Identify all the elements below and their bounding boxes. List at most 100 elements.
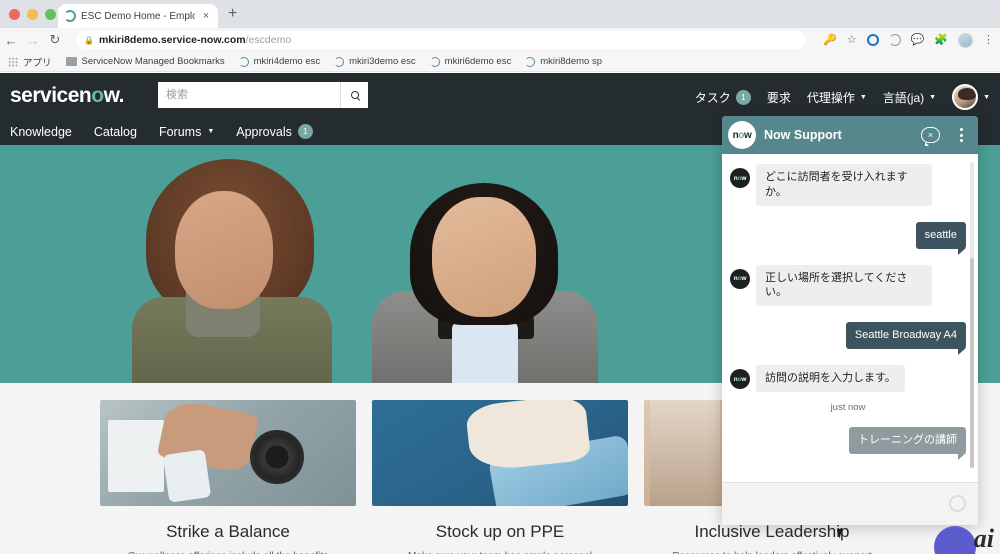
kebab-menu-icon[interactable]: ⋮ [983,34,994,46]
lock-icon: 🔒 [84,35,94,45]
utility-item-tasks[interactable]: タスク 1 [695,89,751,106]
bookmark-label: mkiri3demo esc [349,56,416,67]
browser-toolbar: ← → ↻ 🔒 mkiri8demo.service-now.com/escde… [0,28,1000,52]
hero-person-1-face [175,191,273,309]
utility-item-requests[interactable]: 要求 [767,89,791,106]
reload-button[interactable]: ↻ [44,32,66,48]
back-button[interactable]: ← [0,33,22,48]
bookmark-label: mkiri4demo esc [253,56,321,67]
chat-bubble-user: seattle [915,221,967,255]
content-card[interactable]: Stock up on PPE Make sure your team has … [372,400,628,554]
chevron-down-icon: ▼ [929,93,937,101]
watermark-logo: ai [973,524,994,553]
close-window-button[interactable] [9,9,20,20]
bookmark-mkiri4demo-esc[interactable]: mkiri4demo esc [238,56,321,67]
card-title: Strike a Balance [166,522,290,541]
chat-menu-kebab-icon[interactable] [954,128,968,142]
apps-grid-icon [8,56,18,67]
chat-message-row: now 訪問の説明を入力します。 [730,365,966,392]
bookmark-star-icon[interactable]: ☆ [847,34,857,46]
utility-item-language[interactable]: 言語(ja) ▼ [883,89,936,106]
bookmark-label: アプリ [23,57,52,69]
chevron-down-icon: ▼ [859,93,867,101]
content-card[interactable]: Strike a Balance Our wellness offerings … [100,400,356,554]
browser-tab[interactable]: ESC Demo Home - Employee S × [58,4,218,28]
nav-label: Forums [158,124,202,139]
logo-suffix: w. [103,84,125,107]
browser-window: ESC Demo Home - Employee S × + ← → ↻ 🔒 m… [0,0,1000,554]
search-submit-button[interactable] [340,82,368,108]
card-title: Inclusive Leadership [694,522,850,541]
bookmark-servicenow-managed[interactable]: ServiceNow Managed Bookmarks [65,56,225,67]
chat-bubble-bot: 訪問の説明を入力します。 [756,365,905,392]
avatar [952,84,979,110]
bookmark-mkiri8demo-sp[interactable]: mkiri8demo sp [525,56,602,67]
user-menu[interactable]: ▼ [952,84,990,110]
search-input[interactable] [158,82,340,108]
card-image-stock-up-on-ppe [372,400,628,506]
nav-label: Catalog [93,124,137,139]
chat-scrollbar-thumb[interactable] [970,258,974,468]
address-bar[interactable]: 🔒 mkiri8demo.service-now.com/escdemo [76,31,806,49]
nav-item-forums[interactable]: Forums ▼ [159,125,214,139]
now-logo-suffix: w [744,129,752,141]
folder-icon [65,57,77,66]
now-logo-icon: now [728,121,756,149]
logo-text: servicen [10,84,92,107]
nav-item-approvals[interactable]: Approvals 1 [236,124,313,139]
nav-item-catalog[interactable]: Catalog [94,125,137,139]
chat-bubble-icon[interactable]: 💬 [911,34,925,46]
utility-label: 代理操作 [806,90,855,105]
now-circle-icon[interactable] [888,34,901,46]
chat-input-area[interactable] [722,482,978,525]
chat-bubble-user: Seattle Broadway A4 [845,322,967,355]
card-description: Resources to help leaders effectively su… [644,550,900,554]
bookmark-mkiri3demo-esc[interactable]: mkiri3demo esc [334,56,416,67]
approvals-badge: 1 [297,124,313,139]
now-circle-icon [429,56,440,67]
end-chat-glyph: × [927,130,934,140]
profile-avatar-icon[interactable] [958,32,973,48]
now-circle-icon [238,56,249,67]
chat-message-row: now 正しい場所を選択してください。 [730,264,966,307]
servicenow-logo[interactable]: servicenow. [10,84,124,108]
new-tab-button[interactable]: + [228,6,237,22]
chevron-down-icon: ▼ [983,93,990,101]
tab-strip: ESC Demo Home - Employee S × + [0,0,1000,28]
card-image-strike-a-balance [100,400,356,506]
bot-avatar-now-icon: now [730,369,750,390]
url-host: mkiri8demo.service-now.com [98,34,246,46]
bookmark-apps[interactable]: アプリ [8,55,52,69]
bookmark-label: mkiri6demo esc [444,56,512,67]
window-traffic-lights [9,9,56,20]
tab-close-icon[interactable]: × [200,10,212,22]
chat-bubble-user-pending: トレーニングの講師 [849,426,966,460]
minimize-window-button[interactable] [27,9,38,20]
nav-item-knowledge[interactable]: Knowledge [10,125,72,139]
forward-button[interactable]: → [22,33,44,48]
nav-label: Approvals [236,124,292,139]
tab-favicon-now-icon [64,10,76,22]
extension-puzzle-icon[interactable]: 🧩 [934,34,948,46]
hero-person-2-face [432,197,536,317]
utility-label: タスク [694,90,731,105]
password-key-icon[interactable]: 🔑 [823,34,837,46]
chat-scrollbar[interactable] [970,162,974,468]
chat-message-row: Seattle Broadway A4 [730,322,967,355]
utility-item-proxy-actions[interactable]: 代理操作 ▼ [807,89,867,106]
now-extension-icon[interactable] [866,34,879,46]
maximize-window-button[interactable] [45,9,56,20]
chat-timestamp: just now [830,401,866,413]
site-search[interactable] [158,82,368,108]
logo-mark: o [91,84,104,107]
card-title: Stock up on PPE [435,522,565,541]
bookmark-label: ServiceNow Managed Bookmarks [81,56,225,67]
chat-title: Now Support [764,128,842,142]
nav-label: Knowledge [10,124,72,139]
tasks-badge: 1 [735,89,751,105]
bookmark-label: mkiri8demo sp [540,56,602,67]
bookmark-mkiri6demo-esc[interactable]: mkiri6demo esc [429,56,512,67]
end-chat-icon[interactable]: × [921,127,940,146]
chat-message-list[interactable]: now どこに訪問者を受け入れますか。 seattle now 正しい場所を選択… [722,154,978,482]
header-utility-menu: タスク 1 要求 代理操作 ▼ 言語(ja) ▼ ▼ [695,84,990,110]
